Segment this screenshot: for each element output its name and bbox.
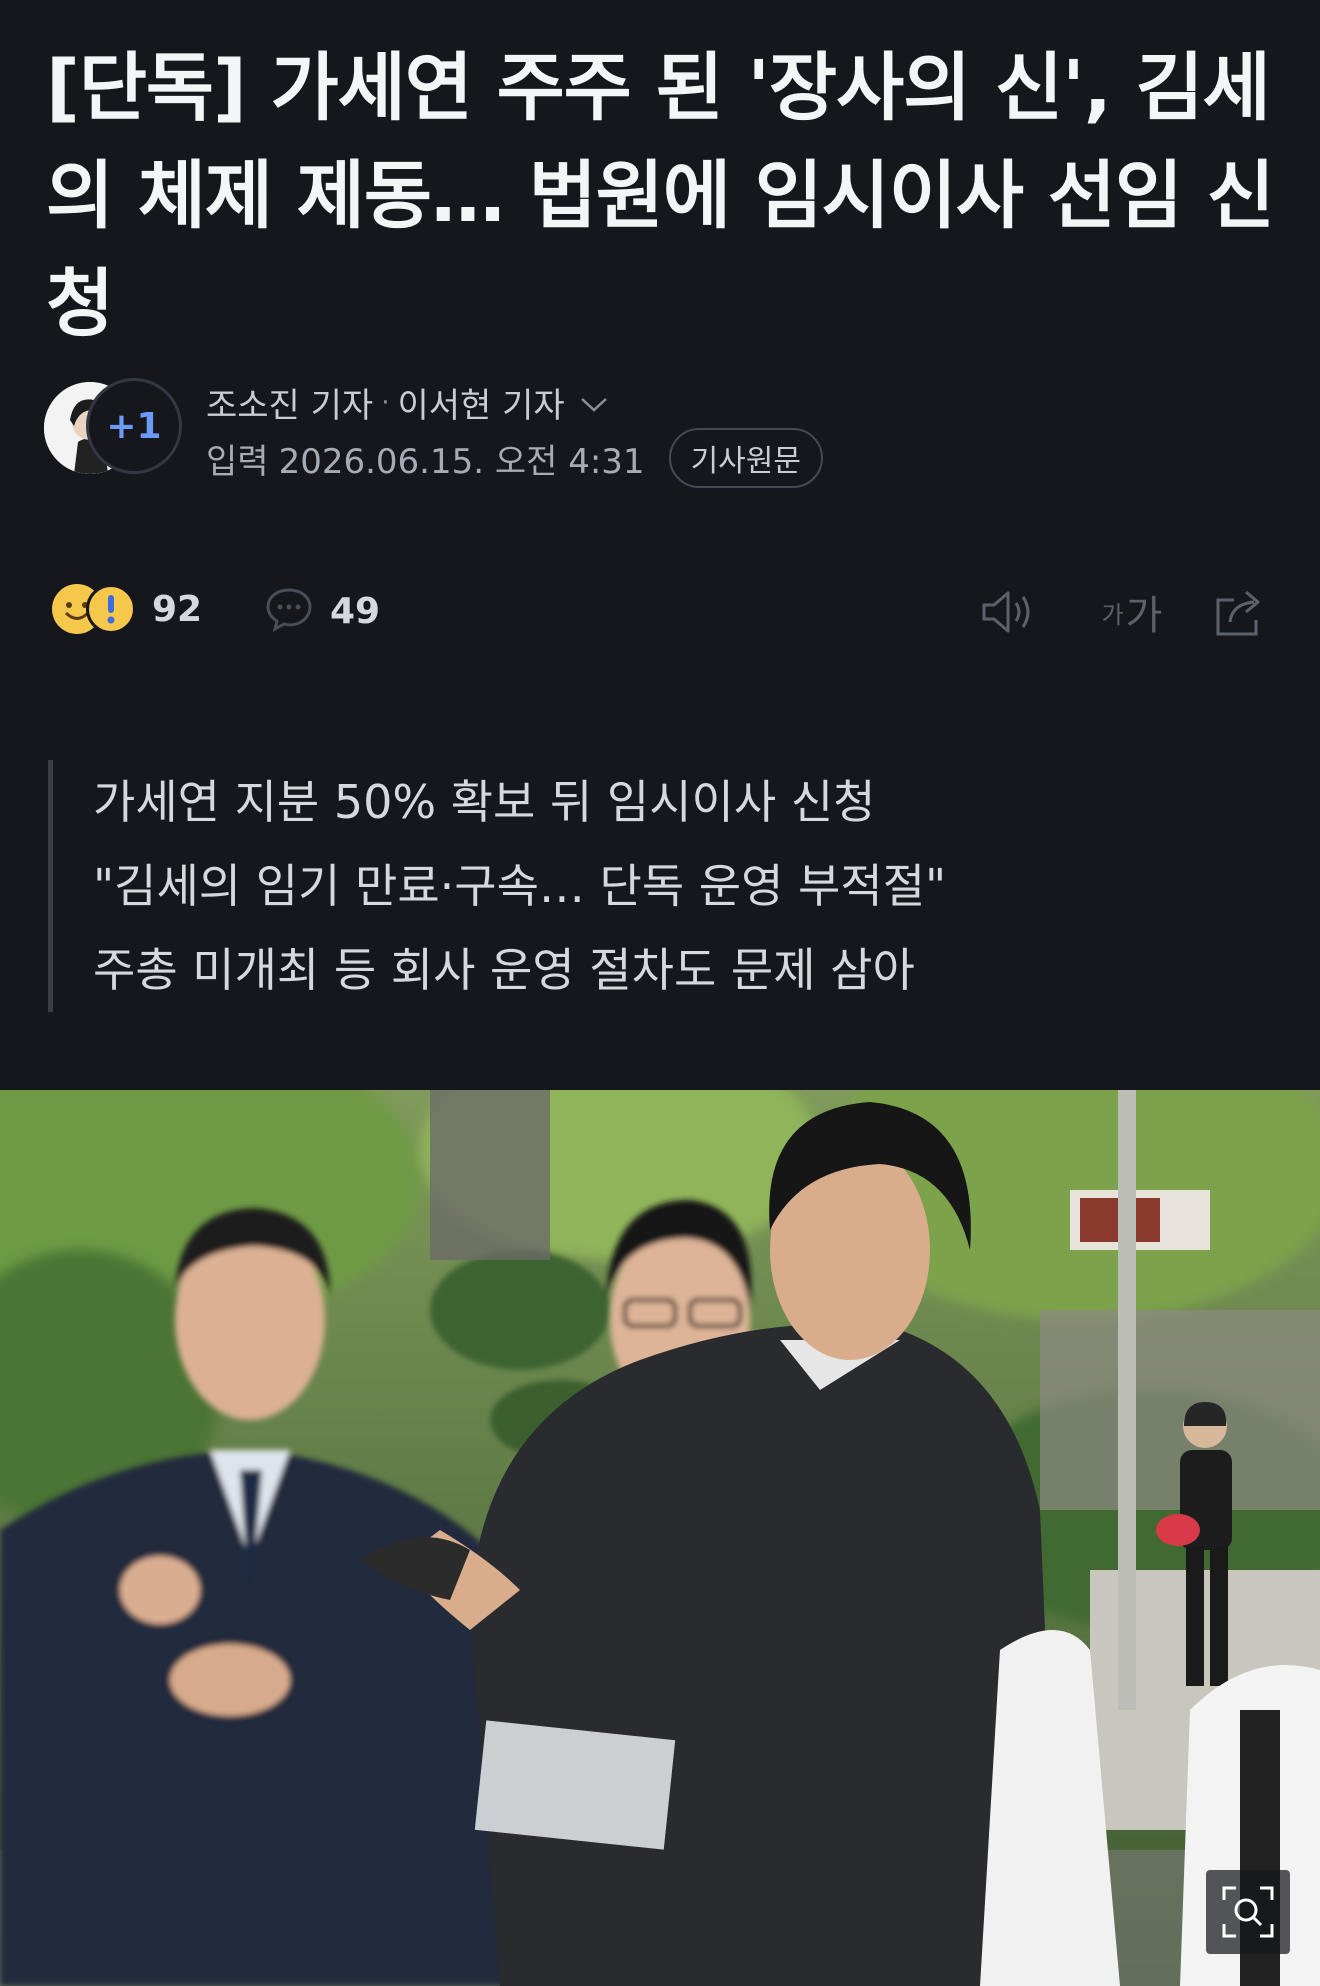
- font-size-small-label: 가: [1101, 600, 1124, 629]
- zoom-search-icon[interactable]: [1206, 1870, 1290, 1954]
- reporter-names[interactable]: 조소진 기자 · 이서현 기자: [206, 378, 609, 427]
- reporter-name-second[interactable]: 이서현 기자: [397, 378, 564, 427]
- article-toolbar: 92 49 가 가: [52, 580, 1272, 644]
- comment-count: 49: [330, 590, 381, 632]
- reaction-summary[interactable]: 92: [52, 584, 202, 634]
- summary-line: "김세의 임기 만료·구속… 단독 운영 부적절": [93, 859, 947, 913]
- original-article-button[interactable]: 기사원문: [668, 428, 823, 488]
- article-headline: [단독] 가세연 주주 된 '장사의 신', 김세의 체제 제동… 법원에 임시…: [46, 45, 1275, 347]
- share-icon[interactable]: [1208, 584, 1272, 640]
- date-value: 2026.06.15. 오전 4:31: [278, 441, 645, 482]
- photo-illustration: [0, 1090, 1320, 1986]
- speaker-icon[interactable]: [976, 584, 1040, 640]
- summary-line: 주총 미개최 등 회사 운영 절차도 문제 삼아: [93, 943, 915, 997]
- reporter-name-first[interactable]: 조소진 기자: [206, 378, 373, 427]
- article-photo[interactable]: [0, 1090, 1320, 1986]
- chevron-down-icon[interactable]: [579, 383, 609, 423]
- surprised-emoji-icon: [86, 584, 136, 634]
- byline: +1 조소진 기자 · 이서현 기자 입력 2026.06.15. 오전 4:3…: [44, 378, 1274, 488]
- date-label: 입력: [206, 441, 269, 482]
- font-size-icon[interactable]: 가 가: [1092, 584, 1172, 640]
- font-size-large-label: 가: [1125, 593, 1163, 639]
- article-summary: 가세연 지분 50% 확보 뒤 임시이사 신청 "김세의 임기 만료·구속… 단…: [48, 760, 1293, 1012]
- more-reporters-badge[interactable]: +1: [86, 378, 182, 474]
- comment-bubble-icon: [264, 584, 314, 638]
- reporter-separator: ·: [381, 387, 390, 418]
- comment-summary[interactable]: 49: [264, 584, 380, 638]
- reaction-count: 92: [152, 588, 203, 630]
- summary-line: 가세연 지분 50% 확보 뒤 임시이사 신청: [93, 775, 876, 829]
- publish-date: 입력 2026.06.15. 오전 4:31 기사원문: [206, 428, 823, 488]
